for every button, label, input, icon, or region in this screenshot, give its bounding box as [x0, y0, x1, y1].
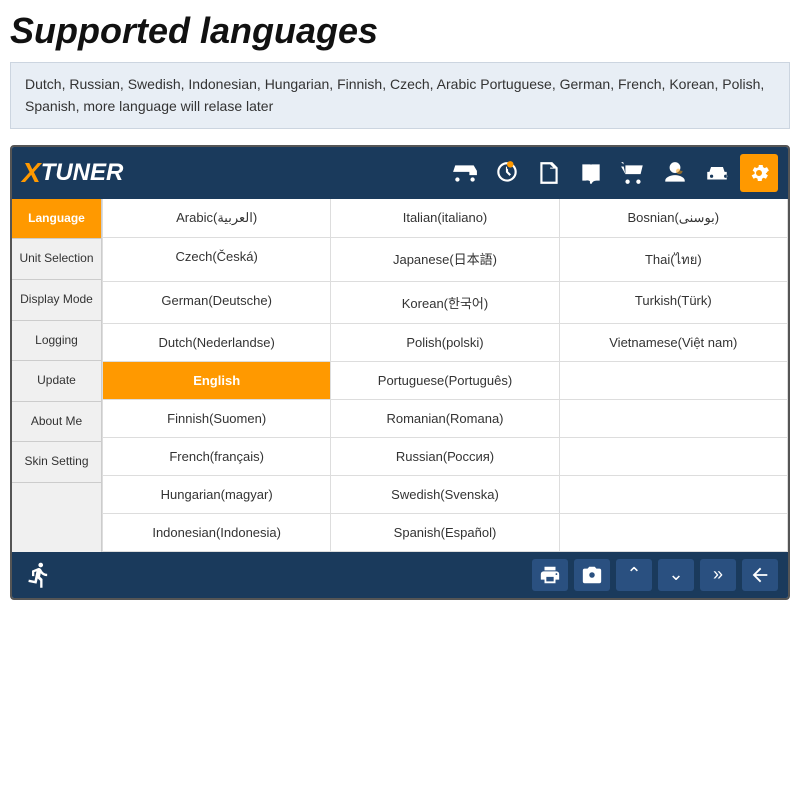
lang-cell[interactable] [560, 400, 788, 438]
app-footer: ⌃ ⌄ » [12, 552, 788, 598]
lang-cell[interactable] [560, 476, 788, 514]
lang-cell[interactable]: Vietnamese(Việt nam) [560, 324, 788, 362]
content-area: Arabic(العربية)Italian(italiano)Bosnian(… [102, 199, 788, 552]
lang-cell[interactable]: Finnish(Suomen) [103, 400, 331, 438]
header-icons [446, 154, 778, 192]
sidebar-item-display-mode[interactable]: Display Mode [12, 280, 101, 321]
back-icon[interactable] [742, 559, 778, 591]
scroll-up-icon[interactable]: ⌃ [616, 559, 652, 591]
footer-left [22, 558, 56, 592]
lang-cell[interactable] [560, 362, 788, 400]
lookup-icon[interactable] [488, 154, 526, 192]
subtitle-box: Dutch, Russian, Swedish, Indonesian, Hun… [10, 62, 790, 129]
user-icon[interactable] [656, 154, 694, 192]
lang-cell[interactable]: English [103, 362, 331, 400]
logo-tuner: TUNER [41, 159, 124, 187]
app-body: Language Unit Selection Display Mode Log… [12, 199, 788, 552]
sidebar: Language Unit Selection Display Mode Log… [12, 199, 102, 552]
footer-right: ⌃ ⌄ » [532, 559, 778, 591]
document-icon[interactable] [530, 154, 568, 192]
lang-cell[interactable]: Italian(italiano) [331, 199, 559, 238]
sidebar-item-logging[interactable]: Logging [12, 321, 101, 362]
lang-cell[interactable] [560, 514, 788, 552]
sidebar-item-update[interactable]: Update [12, 361, 101, 402]
lang-cell[interactable]: Polish(polski) [331, 324, 559, 362]
truck-icon[interactable] [446, 154, 484, 192]
lang-cell[interactable]: French(français) [103, 438, 331, 476]
sidebar-item-language[interactable]: Language [12, 199, 101, 240]
settings-icon[interactable] [740, 154, 778, 192]
sidebar-item-about-me[interactable]: About Me [12, 402, 101, 443]
lang-cell[interactable]: Indonesian(Indonesia) [103, 514, 331, 552]
lang-cell[interactable]: Spanish(Español) [331, 514, 559, 552]
sidebar-item-unit-selection[interactable]: Unit Selection [12, 239, 101, 280]
scroll-down-icon[interactable]: ⌄ [658, 559, 694, 591]
lang-cell[interactable]: Bosnian(بوسنی) [560, 199, 788, 238]
lang-cell[interactable]: Japanese(日本語) [331, 238, 559, 282]
lang-cell[interactable]: Thai(ไทย) [560, 238, 788, 282]
lang-cell[interactable]: Czech(Česká) [103, 238, 331, 282]
logo-x: X [22, 157, 41, 189]
camera-icon[interactable] [574, 559, 610, 591]
car-icon[interactable] [698, 154, 736, 192]
subtitle-text: Dutch, Russian, Swedish, Indonesian, Hun… [25, 76, 764, 114]
lang-cell[interactable]: Portuguese(Português) [331, 362, 559, 400]
lang-cell[interactable] [560, 438, 788, 476]
lang-cell[interactable]: German(Deutsche) [103, 282, 331, 324]
lang-cell[interactable]: Dutch(Nederlandse) [103, 324, 331, 362]
run-icon[interactable] [22, 558, 56, 592]
lang-cell[interactable]: Arabic(العربية) [103, 199, 331, 238]
print-icon[interactable] [532, 559, 568, 591]
page-title: Supported languages [10, 10, 790, 52]
lang-cell[interactable]: Russian(Россия) [331, 438, 559, 476]
lang-cell[interactable]: Hungarian(magyar) [103, 476, 331, 514]
lang-cell[interactable]: Romanian(Romana) [331, 400, 559, 438]
sidebar-item-skin-setting[interactable]: Skin Setting [12, 442, 101, 483]
app-frame: X TUNER [10, 145, 790, 600]
cart-icon[interactable] [614, 154, 652, 192]
book-icon[interactable] [572, 154, 610, 192]
logo: X TUNER [22, 157, 123, 189]
fast-forward-icon[interactable]: » [700, 559, 736, 591]
lang-cell[interactable]: Korean(한국어) [331, 282, 559, 324]
lang-cell[interactable]: Turkish(Türk) [560, 282, 788, 324]
language-grid: Arabic(العربية)Italian(italiano)Bosnian(… [102, 199, 788, 552]
app-header: X TUNER [12, 147, 788, 199]
lang-cell[interactable]: Swedish(Svenska) [331, 476, 559, 514]
